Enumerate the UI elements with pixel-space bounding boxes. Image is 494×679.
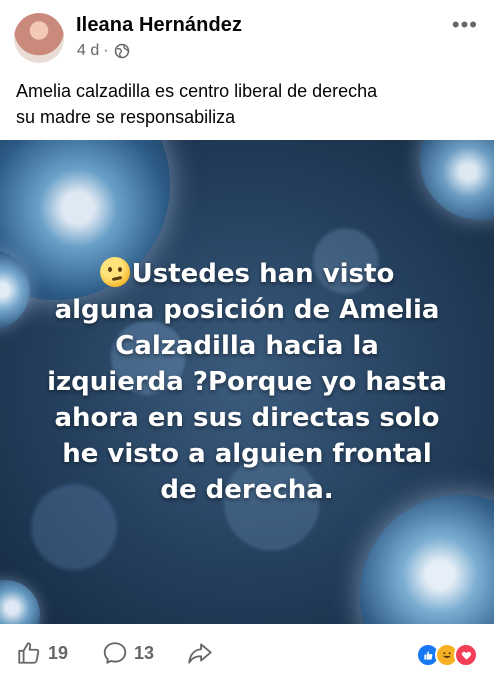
meta-separator: ·: [103, 42, 109, 59]
caption-line: su madre se responsabiliza: [16, 107, 236, 127]
author-avatar[interactable]: [14, 13, 64, 63]
overlay-line: de derecha.: [160, 475, 334, 505]
post-time[interactable]: 4 d: [77, 42, 99, 60]
more-options-button[interactable]: •••: [452, 14, 478, 36]
post-footer: 19 13: [0, 624, 494, 679]
love-reaction-icon: [454, 643, 478, 667]
author-name[interactable]: Ileana Hernández: [76, 14, 242, 37]
share-button[interactable]: [186, 640, 220, 666]
overlay-line: ahora en sus directas solo: [54, 403, 440, 433]
share-arrow-icon: [188, 643, 212, 664]
overlay-line: Ustedes han visto: [131, 259, 395, 289]
post-meta: 4 d ·: [77, 42, 130, 60]
overlay-line: alguna posición de Amelia: [54, 295, 440, 325]
comment-button[interactable]: 13: [102, 640, 154, 666]
post-header: Ileana Hernández 4 d · •••: [0, 0, 494, 70]
overlay-line: izquierda ?Porque yo hasta: [47, 367, 447, 397]
comment-bubble-icon: [103, 642, 127, 664]
thinking-face-emoji: [99, 257, 130, 287]
reactions-summary[interactable]: [416, 643, 478, 667]
overlay-line: Calzadilla hacia la: [115, 331, 379, 361]
like-button[interactable]: 19: [16, 640, 68, 666]
earth-graphic: [420, 140, 494, 220]
overlay-line: he visto a alguien frontal: [62, 439, 432, 469]
thumbs-up-icon: [18, 642, 40, 664]
earth-graphic: [360, 495, 494, 624]
like-count: 19: [48, 642, 69, 663]
caption-line: Amelia calzadilla es centro liberal de d…: [16, 81, 378, 101]
globe-icon[interactable]: [114, 43, 130, 59]
post-caption: Amelia calzadilla es centro liberal de d…: [16, 78, 486, 130]
post-image[interactable]: Ustedes han visto alguna posición de Ame…: [0, 140, 494, 624]
comment-count: 13: [134, 642, 155, 663]
image-overlay-text: Ustedes han visto alguna posición de Ame…: [30, 256, 464, 508]
earth-graphic: [0, 580, 40, 624]
